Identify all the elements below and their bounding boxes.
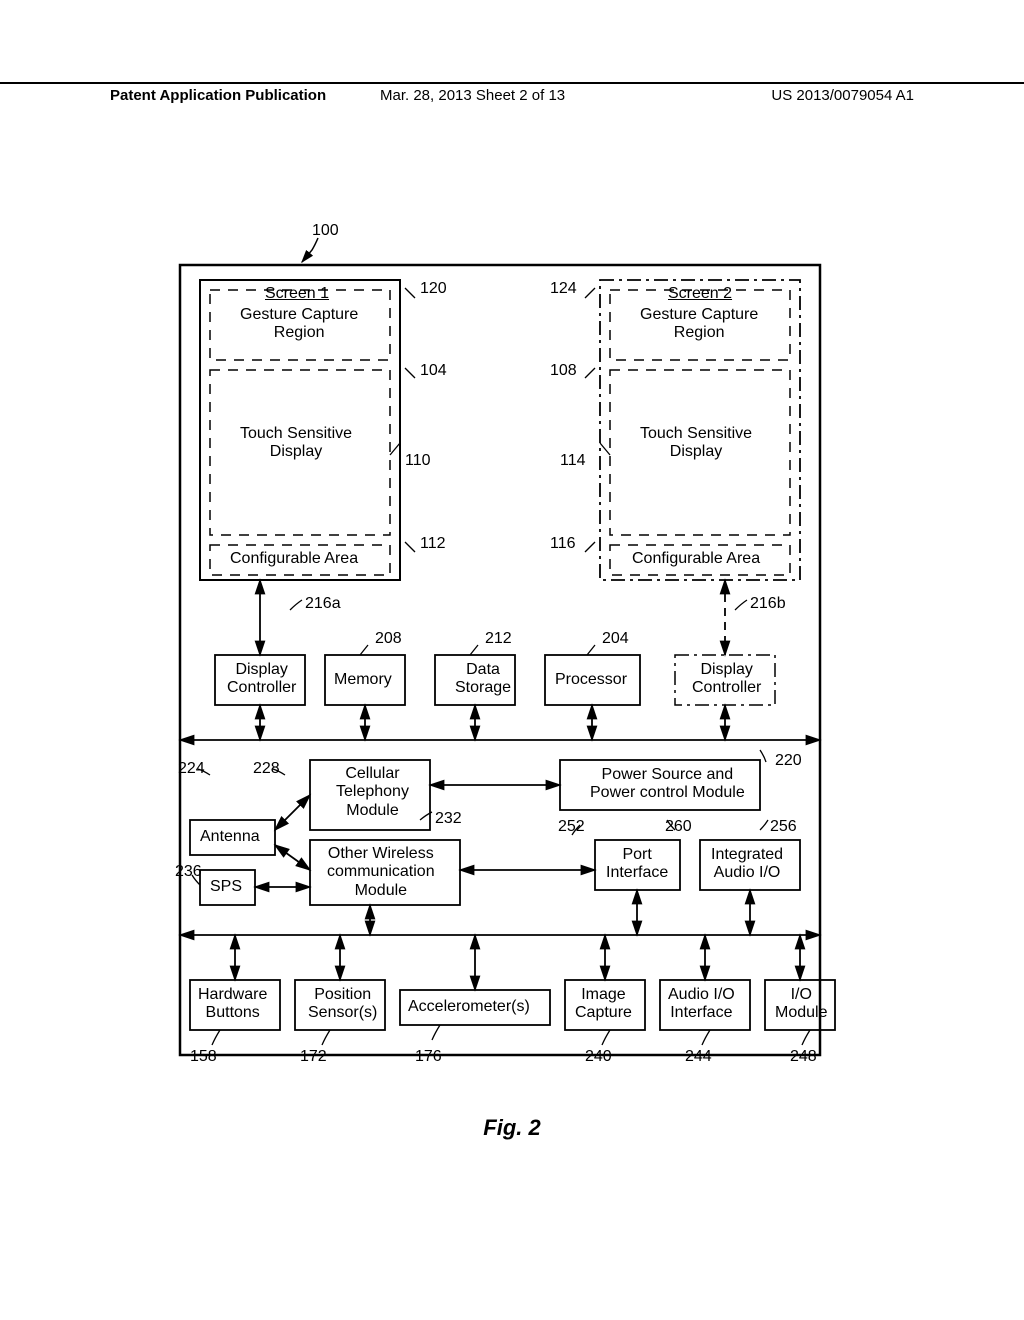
ref-158: 158 [190, 1048, 217, 1066]
ref-216a: 216a [305, 595, 341, 613]
screen1-config: Configurable Area [230, 550, 358, 568]
ref-252: 252 [558, 818, 585, 836]
ref-236: 236 [175, 863, 202, 881]
ref-244: 244 [685, 1048, 712, 1066]
cellular-block: Cellular Telephony Module [336, 765, 409, 820]
ref-112: 112 [420, 535, 446, 553]
ref-104: 104 [420, 362, 447, 380]
header-left: Patent Application Publication [110, 87, 326, 104]
integrated-audio-block: Integrated Audio I/O [711, 846, 783, 883]
antenna-block: Antenna [200, 828, 260, 846]
ref-172: 172 [300, 1048, 327, 1066]
screen2-gesture: Gesture Capture Region [640, 306, 758, 343]
other-wireless-block: Other Wireless communication Module [327, 845, 435, 900]
ref-110: 110 [405, 452, 431, 470]
ref-216b: 216b [750, 595, 786, 613]
data-storage-block: Data Storage [455, 661, 511, 698]
display-controller-2: Display Controller [692, 661, 761, 698]
io-module-block: I/O Module [775, 986, 827, 1023]
sps-block: SPS [210, 878, 242, 896]
ref-212: 212 [485, 630, 512, 648]
page-header: Patent Application Publication Mar. 28, … [0, 82, 1024, 112]
memory-block: Memory [334, 671, 392, 689]
ref-224: 224 [178, 760, 205, 778]
ref-114: 114 [560, 452, 586, 470]
screen2-title: Screen 2 [668, 285, 732, 303]
header-right: US 2013/0079054 A1 [771, 87, 914, 104]
position-sensors-block: Position Sensor(s) [308, 986, 377, 1023]
screen1-touch: Touch Sensitive Display [240, 425, 352, 462]
ref-208: 208 [375, 630, 402, 648]
display-controller-1: Display Controller [227, 661, 296, 698]
ref-108: 108 [550, 362, 577, 380]
figure-caption: Fig. 2 [0, 1115, 1024, 1141]
power-block: Power Source and Power control Module [590, 766, 745, 803]
accelerometer-block: Accelerometer(s) [408, 998, 530, 1016]
ref-228: 228 [253, 760, 280, 778]
audio-io-interface-block: Audio I/O Interface [668, 986, 735, 1023]
ref-256: 256 [770, 818, 797, 836]
ref-240: 240 [585, 1048, 612, 1066]
ref-100: 100 [312, 222, 339, 240]
ref-124: 124 [550, 280, 577, 298]
screen1-title: Screen 1 [265, 285, 329, 303]
image-capture-block: Image Capture [575, 986, 632, 1023]
processor-block: Processor [555, 671, 627, 689]
ref-116: 116 [550, 535, 576, 553]
ref-120: 120 [420, 280, 447, 298]
screen2-touch: Touch Sensitive Display [640, 425, 752, 462]
page: Patent Application Publication Mar. 28, … [0, 0, 1024, 1320]
ref-232: 232 [435, 810, 462, 828]
hw-buttons-block: Hardware Buttons [198, 986, 267, 1023]
ref-248: 248 [790, 1048, 817, 1066]
ref-176: 176 [415, 1048, 442, 1066]
screen1-gesture: Gesture Capture Region [240, 306, 358, 343]
screen2-config: Configurable Area [632, 550, 760, 568]
ref-260: 260 [665, 818, 692, 836]
diagram-canvas: 100 Screen 1 Gesture Capture Region Touc… [120, 230, 880, 1100]
ref-220: 220 [775, 752, 802, 770]
ref-204: 204 [602, 630, 629, 648]
port-interface-block: Port Interface [606, 846, 668, 883]
header-mid: Mar. 28, 2013 Sheet 2 of 13 [380, 87, 565, 104]
